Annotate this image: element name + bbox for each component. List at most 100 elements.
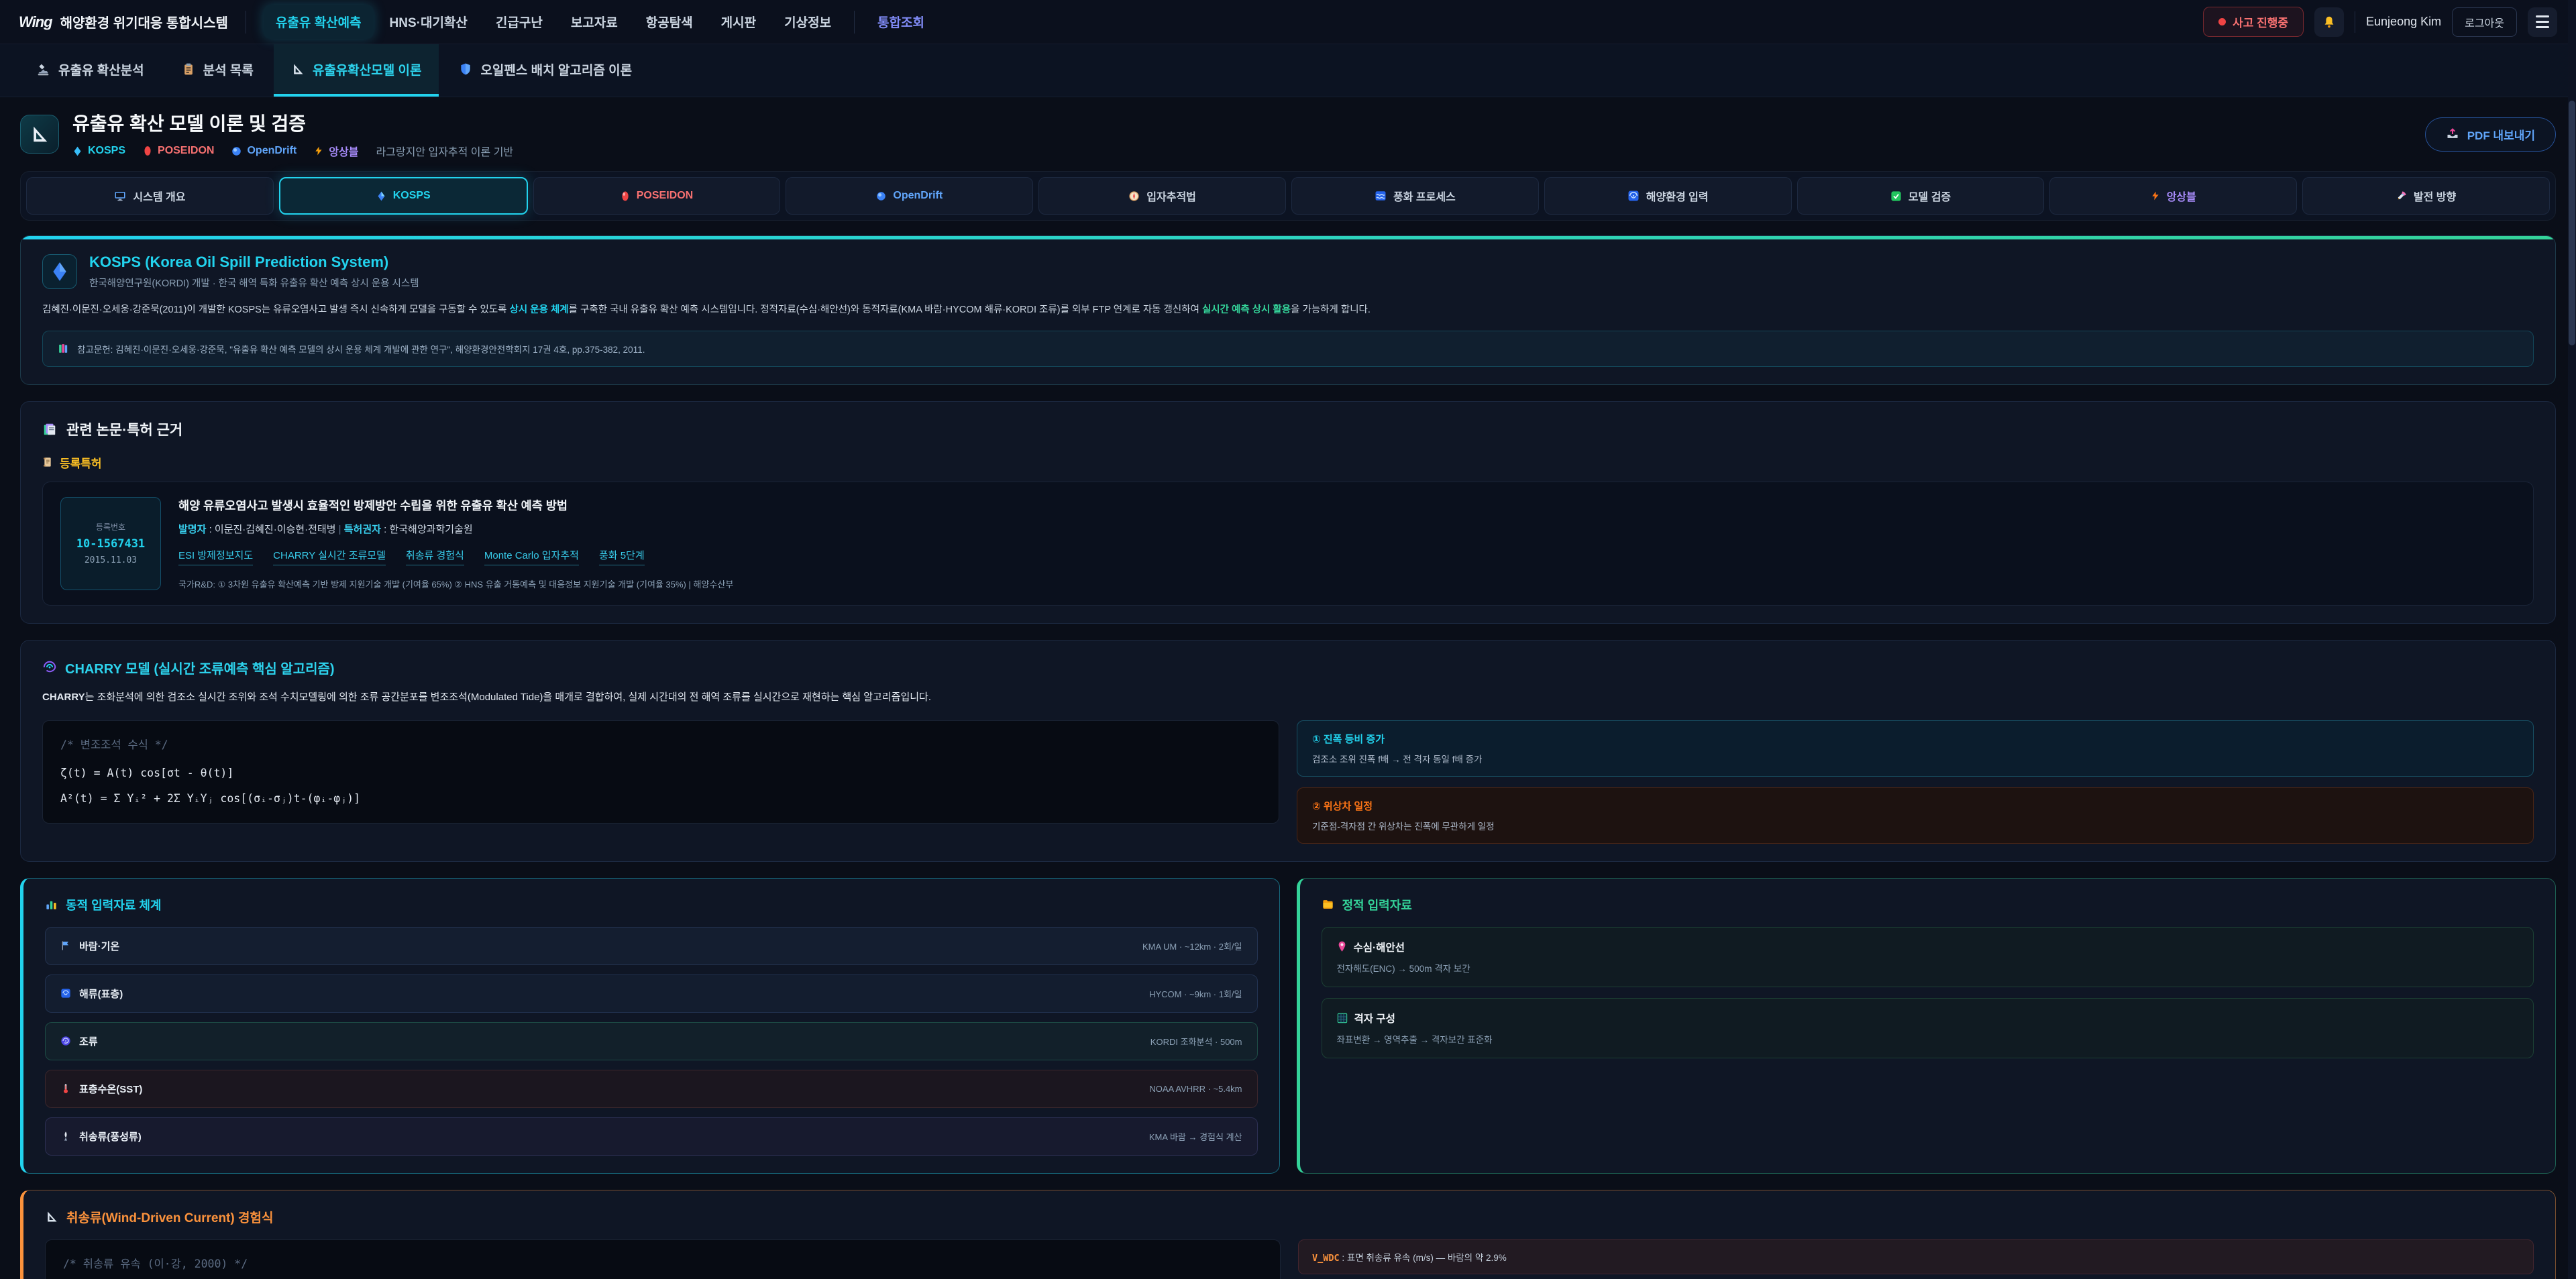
section-tab-ensemble[interactable]: 앙상블 — [2049, 177, 2297, 215]
charry-callouts: ① 진폭 등비 증가 검조소 조위 진폭 f배 → 전 격자 동일 f배 증가 … — [1297, 720, 2534, 844]
triangle-ruler-icon — [30, 124, 50, 144]
input-source: KMA UM · ~12km · 2회/일 — [1142, 940, 1242, 952]
nav-item-oil-spill-prediction[interactable]: 유출유 확산예측 — [264, 5, 374, 39]
static-desc: 전자해도(ENC) → 500m 격자 보간 — [1337, 961, 2519, 975]
dart-icon — [60, 1131, 71, 1142]
tag-charry-model[interactable]: CHARRY 실시간 조류모델 — [273, 548, 386, 565]
formula-zeta: ζ(t) = A(t) cos[σt - θ(t)] — [60, 764, 1261, 783]
lightning-bolt-icon — [314, 146, 323, 156]
navbar-right: 사고 진행중 Eunjeong Kim 로그아웃 — [2203, 7, 2557, 37]
section-tab-poseidon[interactable]: POSEIDON — [533, 177, 781, 215]
nav-item-hns-air-diffusion[interactable]: HNS·대기확산 — [378, 5, 480, 39]
main-content: KOSPS (Korea Oil Spill Prediction System… — [0, 235, 2576, 1279]
incident-status-label: 사고 진행중 — [2233, 13, 2288, 30]
brand-title: 해양환경 위기대응 통합시스템 — [60, 12, 228, 32]
section-tabs: 시스템 개요 KOSPS POSEIDON OpenDrift 입자추적법 풍화… — [20, 171, 2556, 221]
nav-item-weather-info[interactable]: 기상정보 — [772, 5, 843, 39]
scrollbar-thumb[interactable] — [2569, 101, 2575, 345]
incident-status-badge[interactable]: 사고 진행중 — [2203, 7, 2304, 37]
nav-item-air-search[interactable]: 항공탐색 — [634, 5, 705, 39]
tab-analysis-list[interactable]: 분석 목록 — [164, 44, 271, 97]
charry-title: CHARRY 모델 (실시간 조류예측 핵심 알고리즘) — [65, 658, 335, 677]
red-ellipse-icon — [621, 190, 630, 202]
code-comment: /* 취송류 유속 (이·강, 2000) */ — [63, 1255, 1263, 1274]
sub-tabbar: 유출유 확산분석 분석 목록 유출유확산모델 이론 오일펜스 배치 알고리즘 이… — [0, 44, 2576, 97]
check-icon — [1890, 190, 1902, 202]
tag-monte-carlo[interactable]: Monte Carlo 입자추적 — [484, 548, 579, 565]
badge-opendrift: OpenDrift — [231, 145, 297, 157]
books-icon — [58, 343, 69, 354]
charry-section: CHARRY 모델 (실시간 조류예측 핵심 알고리즘) CHARRY는 조화분… — [20, 640, 2556, 862]
input-data-columns: 동적 입력자료 체계 바람·기온 KMA UM · ~12km · 2회/일 해… — [20, 878, 2556, 1174]
cyclone-icon — [1627, 190, 1640, 202]
blue-circle-icon — [876, 191, 886, 201]
badge-kosps: KOSPS — [72, 145, 125, 157]
tab-oil-fence-algorithm-theory[interactable]: 오일펜스 배치 알고리즘 이론 — [441, 44, 649, 97]
model-badge-row: KOSPS POSEIDON OpenDrift 앙상블 라그랑지안 입자추적 … — [72, 143, 513, 159]
dynamic-inputs-section: 동적 입력자료 체계 바람·기온 KMA UM · ~12km · 2회/일 해… — [20, 878, 1280, 1174]
red-ellipse-icon — [143, 146, 152, 156]
registered-patent-header: 등록특허 — [42, 454, 2534, 471]
tab-label: 유출유 확산분석 — [58, 60, 144, 78]
charry-header: CHARRY 모델 (실시간 조류예측 핵심 알고리즘) — [42, 658, 2534, 677]
badge-ensemble: 앙상블 — [314, 143, 358, 159]
pin-icon — [1337, 941, 1347, 952]
section-tab-future-direction[interactable]: 발전 방향 — [2302, 177, 2550, 215]
tag-esi-map[interactable]: ESI 방제정보지도 — [178, 548, 253, 565]
triangle-ruler-icon — [291, 62, 305, 76]
kosps-title: KOSPS (Korea Oil Spill Prediction System… — [89, 254, 419, 271]
page-subtitle: 라그랑지안 입자추적 이론 기반 — [376, 143, 513, 159]
input-row-surface-current: 해류(표층) HYCOM · ~9km · 1회/일 — [45, 975, 1258, 1013]
main-nav: 유출유 확산예측 HNS·대기확산 긴급구난 보고자료 항공탐색 게시판 기상정… — [264, 5, 936, 39]
microscope-icon — [36, 62, 50, 76]
monitor-icon — [114, 190, 126, 202]
modulated-tide-formula-block: /* 변조조석 수식 */ ζ(t) = A(t) cos[σt - θ(t)]… — [42, 720, 1279, 824]
input-source: HYCOM · ~9km · 1회/일 — [1149, 987, 1242, 1000]
section-tab-opendrift[interactable]: OpenDrift — [786, 177, 1033, 215]
tab-spill-model-theory[interactable]: 유출유확산모델 이론 — [274, 44, 439, 97]
bar-chart-icon — [45, 898, 58, 911]
thermometer-icon — [60, 1083, 71, 1094]
kosps-header: KOSPS (Korea Oil Spill Prediction System… — [42, 254, 2534, 290]
tab-spill-analysis[interactable]: 유출유 확산분석 — [19, 44, 162, 97]
patent-number-tile: 등록번호 10-1567431 2015.11.03 — [60, 497, 161, 590]
static-box-bathymetry: 수심·해안선 전자해도(ENC) → 500m 격자 보간 — [1322, 927, 2534, 987]
tag-weathering-5steps[interactable]: 풍화 5단계 — [599, 548, 645, 565]
user-name: Eunjeong Kim — [2366, 15, 2441, 29]
menu-button[interactable] — [2528, 7, 2557, 37]
badge-poseidon: POSEIDON — [143, 145, 214, 157]
static-box-grid: 격자 구성 좌표변환 → 영역추출 → 격자보간 표준화 — [1322, 998, 2534, 1058]
section-tab-kosps[interactable]: KOSPS — [279, 177, 528, 215]
input-source: KORDI 조화분석 · 500m — [1150, 1035, 1242, 1048]
static-inputs-section: 정적 입력자료 수심·해안선 전자해도(ENC) → 500m 격자 보간 격자… — [1297, 878, 2557, 1174]
charry-grid: /* 변조조석 수식 */ ζ(t) = A(t) cos[σt - θ(t)]… — [42, 720, 2534, 844]
patent-section: 관련 논문·특허 근거 등록특허 등록번호 10-1567431 2015.11… — [20, 401, 2556, 624]
nav-item-board[interactable]: 게시판 — [709, 5, 768, 39]
dynamic-inputs-header: 동적 입력자료 체계 — [45, 896, 1258, 913]
nav-item-reports[interactable]: 보고자료 — [559, 5, 630, 39]
blue-circle-icon — [231, 146, 241, 156]
page-title: 유출유 확산 모델 이론 및 검증 — [72, 109, 513, 136]
section-tab-model-validation[interactable]: 모델 검증 — [1797, 177, 2045, 215]
section-tab-weathering-process[interactable]: 풍화 프로세스 — [1291, 177, 1539, 215]
page-icon-tile — [20, 115, 59, 154]
nav-item-emergency-rescue[interactable]: 긴급구난 — [484, 5, 555, 39]
diamond-icon — [72, 146, 83, 156]
registered-patent-label: 등록특허 — [60, 454, 102, 471]
nav-item-integrated-search[interactable]: 통합조회 — [865, 5, 936, 39]
section-tab-ocean-env-input[interactable]: 해양환경 입력 — [1544, 177, 1792, 215]
notification-button[interactable] — [2314, 7, 2344, 37]
logout-button[interactable]: 로그아웃 — [2452, 7, 2517, 37]
section-tab-system-overview[interactable]: 시스템 개요 — [26, 177, 274, 215]
wdc-title: 취송류(Wind-Driven Current) 경험식 — [66, 1208, 273, 1226]
wdc-section: 취송류(Wind-Driven Current) 경험식 /* 취송류 유속 (… — [20, 1190, 2556, 1279]
formula-amplitude: A²(t) = Σ Yᵢ² + 2Σ YᵢYⱼ cos[(σᵢ-σⱼ)t-(φᵢ… — [60, 789, 1261, 808]
tag-wdc-formula[interactable]: 취송류 경험식 — [406, 548, 464, 565]
static-desc: 좌표변환 → 영역추출 → 격자보간 표준화 — [1337, 1032, 2519, 1046]
input-row-tidal-current: 조류 KORDI 조화분석 · 500m — [45, 1022, 1258, 1060]
section-tab-particle-tracking[interactable]: 입자추적법 — [1038, 177, 1286, 215]
shield-icon — [459, 62, 472, 76]
tab-label: 분석 목록 — [203, 60, 254, 78]
kosps-section: KOSPS (Korea Oil Spill Prediction System… — [20, 235, 2556, 385]
pdf-export-button[interactable]: PDF 내보내기 — [2425, 117, 2556, 152]
